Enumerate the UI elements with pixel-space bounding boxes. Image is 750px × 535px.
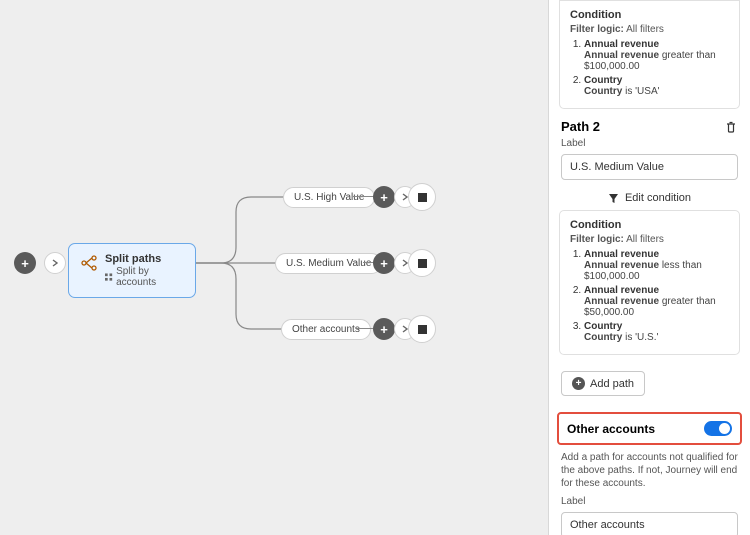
- end-node[interactable]: [408, 249, 436, 277]
- add-node-button[interactable]: +: [14, 252, 36, 274]
- other-accounts-description: Add a path for accounts not qualified fo…: [561, 451, 738, 490]
- filter-icon: [608, 193, 619, 204]
- add-node-button[interactable]: +: [373, 186, 395, 208]
- add-node-button[interactable]: +: [373, 318, 395, 340]
- add-node-button[interactable]: +: [373, 252, 395, 274]
- other-accounts-section: Other accounts: [557, 412, 742, 445]
- label-field-label: Label: [561, 138, 738, 149]
- properties-sidebar: Condition Filter logic: All filters Annu…: [548, 0, 750, 535]
- condition-title: Condition: [570, 219, 729, 231]
- condition-item: Annual revenue Annual revenue greater th…: [584, 285, 729, 318]
- delete-path-button[interactable]: [724, 120, 738, 134]
- path-pill[interactable]: U.S. Medium Value: [275, 253, 382, 274]
- label-field-label: Label: [561, 496, 738, 507]
- split-icon: [80, 254, 98, 272]
- condition-item: Country Country is 'U.S.': [584, 321, 729, 343]
- split-node-title: Split paths: [105, 253, 184, 265]
- condition-card: Condition Filter logic: All filters Annu…: [559, 210, 740, 355]
- journey-canvas[interactable]: + Split paths Split by accounts U.S.: [0, 0, 548, 535]
- condition-item: Annual revenue Annual revenue greater th…: [584, 39, 729, 72]
- end-node[interactable]: [408, 315, 436, 343]
- end-node[interactable]: [408, 183, 436, 211]
- plus-icon: +: [572, 377, 585, 390]
- path-pill[interactable]: U.S. High Value: [283, 187, 375, 208]
- split-paths-node[interactable]: Split paths Split by accounts: [68, 243, 196, 298]
- branch-edges: [196, 192, 286, 337]
- condition-item: Annual revenue Annual revenue less than …: [584, 249, 729, 282]
- condition-card: Condition Filter logic: All filters Annu…: [559, 0, 740, 109]
- path-header: Path 2: [561, 119, 738, 134]
- condition-title: Condition: [570, 9, 729, 21]
- add-path-button[interactable]: + Add path: [561, 371, 645, 396]
- split-node-subtitle: Split by accounts: [105, 266, 184, 288]
- condition-item: Country Country is 'USA': [584, 75, 729, 97]
- edit-condition-button[interactable]: Edit condition: [549, 192, 750, 204]
- path-pill[interactable]: Other accounts: [281, 319, 371, 340]
- other-accounts-title: Other accounts: [567, 422, 655, 436]
- condition-list: Annual revenue Annual revenue greater th…: [570, 39, 729, 97]
- path-label-input[interactable]: [561, 154, 738, 180]
- other-label-input[interactable]: [561, 512, 738, 535]
- grid-icon: [105, 273, 113, 282]
- condition-list: Annual revenue Annual revenue less than …: [570, 249, 729, 343]
- filter-logic: Filter logic: All filters: [570, 24, 729, 35]
- other-accounts-toggle[interactable]: [704, 421, 732, 436]
- path-name: Path 2: [561, 119, 600, 134]
- chevron-icon: [44, 252, 66, 274]
- filter-logic: Filter logic: All filters: [570, 234, 729, 245]
